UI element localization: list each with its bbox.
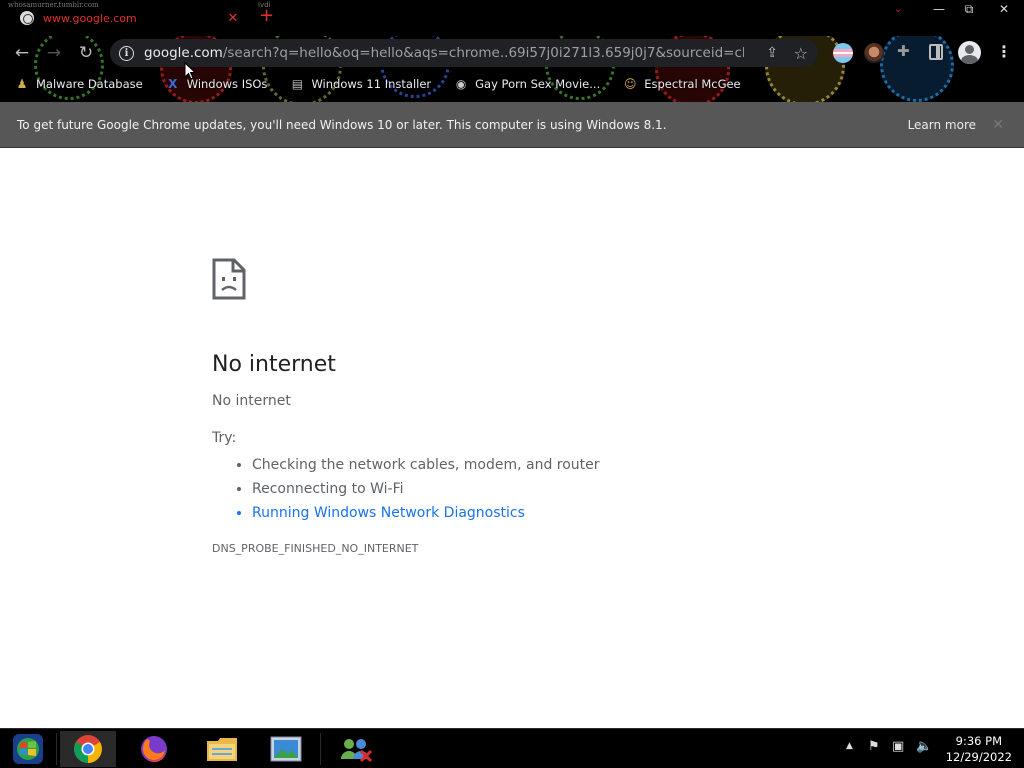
bookmark-label: Windows 11 Installer xyxy=(311,77,432,91)
side-panel-icon[interactable] xyxy=(929,44,943,60)
start-orb-icon xyxy=(13,734,43,764)
site-info-icon[interactable]: i xyxy=(119,45,134,61)
x-icon: X xyxy=(168,77,178,91)
chrome-menu-icon[interactable]: ⋮ xyxy=(996,42,1012,62)
bookmark-item[interactable]: ☺ Espectral McGee xyxy=(622,76,741,92)
extension-flag-icon[interactable] xyxy=(833,43,853,63)
taskbar-clock[interactable]: 9:36 PM 12/29/2022 xyxy=(946,733,1012,765)
forward-button[interactable]: → xyxy=(42,41,66,65)
minimize-button[interactable]: — xyxy=(924,0,954,18)
maximize-button[interactable]: ⧉ xyxy=(954,0,984,18)
bookmark-item[interactable]: ♟ Malware Database xyxy=(14,76,143,92)
url-host: google.com xyxy=(144,45,223,61)
share-icon[interactable]: ⇪ xyxy=(766,45,778,61)
update-infobar: To get future Google Chrome updates, you… xyxy=(0,102,1024,148)
bookmarks-bar: ♟ Malware Database X Windows ISOs ▤ Windows 1… xyxy=(0,72,1024,96)
url-path: /search?q=hello&oq=hello&aqs=chrome..69i… xyxy=(222,45,744,61)
action-center-flag-icon[interactable]: ⚑ xyxy=(868,739,880,754)
firefox-icon xyxy=(141,736,167,762)
tab-close-icon[interactable]: ✕ xyxy=(224,11,242,26)
browser-frame: whosamurner.tumblr.com www.google.com ✕ … xyxy=(0,0,1024,102)
tab-strip: whosamurner.tumblr.com www.google.com ✕ … xyxy=(0,0,1024,36)
site-icon: ◉ xyxy=(455,77,467,91)
extensions-puzzle-icon[interactable]: ✚ xyxy=(897,42,910,60)
bookmark-label: Malware Database xyxy=(36,77,143,91)
suggestion-item: Checking the network cables, modem, and … xyxy=(252,453,812,477)
volume-icon[interactable]: 🔈 xyxy=(916,739,932,754)
folder-icon xyxy=(207,738,237,761)
extension-avatar-icon[interactable] xyxy=(864,43,884,63)
bookmark-label: Windows ISOs xyxy=(186,77,268,91)
show-hidden-icons-chevron-icon[interactable]: ▲ xyxy=(846,741,853,751)
infobar-message: To get future Google Chrome updates, you… xyxy=(17,117,667,132)
bookmark-item[interactable]: ◉ Gay Porn Sex Movie... xyxy=(453,76,600,92)
picture-icon xyxy=(270,736,302,762)
screen: whosamurner.tumblr.com www.google.com ✕ … xyxy=(0,0,1024,768)
toolbar: ← → ↻ i google.com/search?q=hello&oq=hel… xyxy=(0,38,1024,68)
clock-date: 12/29/2022 xyxy=(945,750,1012,764)
infobar-close-icon[interactable]: ✕ xyxy=(992,117,1004,133)
sad-page-icon xyxy=(212,258,246,300)
malware-icon: ♟ xyxy=(16,77,28,91)
window-controls: — ⧉ ✕ xyxy=(924,0,1024,20)
bookmark-item[interactable]: ▤ Windows 11 Installer xyxy=(289,76,431,92)
bookmark-label: Espectral McGee xyxy=(644,77,741,91)
taskbar-file-explorer[interactable] xyxy=(194,731,250,767)
url-text[interactable]: google.com/search?q=hello&oq=hello&aqs=c… xyxy=(144,45,744,61)
tab-google[interactable]: www.google.com ✕ xyxy=(8,2,252,34)
tab-search-chevron-icon[interactable]: ⌄ xyxy=(894,4,902,15)
try-label: Try: xyxy=(212,430,237,446)
close-window-button[interactable]: ✕ xyxy=(984,0,1024,18)
network-warning-icon[interactable]: ▣ xyxy=(892,739,904,754)
back-button[interactable]: ← xyxy=(10,41,34,65)
tab-title: www.google.com xyxy=(43,11,137,25)
face-icon: ☺ xyxy=(623,77,637,91)
profile-avatar-icon[interactable] xyxy=(958,41,981,64)
taskbar-firefox[interactable] xyxy=(126,731,182,767)
users-network-icon xyxy=(341,739,373,763)
taskbar-network-app[interactable] xyxy=(328,731,384,767)
address-bar[interactable]: i google.com/search?q=hello&oq=hello&aqs… xyxy=(110,39,818,67)
start-button[interactable] xyxy=(0,731,56,767)
mouse-cursor-icon xyxy=(184,62,196,80)
error-page: No internet No internet Try: Checking th… xyxy=(212,258,812,555)
taskbar-chrome[interactable] xyxy=(60,731,116,767)
learn-more-link[interactable]: Learn more xyxy=(908,118,976,132)
bookmark-item[interactable]: X Windows ISOs xyxy=(165,76,268,92)
error-code: DNS_PROBE_FINISHED_NO_INTERNET xyxy=(212,542,419,555)
error-title: No internet xyxy=(212,352,336,377)
taskbar-separator xyxy=(56,733,57,765)
suggestion-list: Checking the network cables, modem, and … xyxy=(252,453,812,525)
bookmark-label: Gay Porn Sex Movie... xyxy=(475,77,601,91)
bookmark-star-icon[interactable]: ☆ xyxy=(794,44,808,63)
installer-icon: ▤ xyxy=(291,77,304,91)
clock-time: 9:36 PM xyxy=(955,734,1003,748)
suggestion-item: Reconnecting to Wi-Fi xyxy=(252,477,812,501)
taskbar-separator xyxy=(320,733,321,765)
globe-icon xyxy=(20,11,34,25)
network-diagnostics-link[interactable]: Running Windows Network Diagnostics xyxy=(252,501,812,525)
taskbar-photos[interactable] xyxy=(258,731,314,767)
new-tab-button[interactable]: + xyxy=(259,6,274,26)
taskbar: ▲ ⚑ ▣ 🔈 9:36 PM 12/29/2022 xyxy=(0,728,1024,768)
chrome-icon xyxy=(74,735,102,763)
reload-button[interactable]: ↻ xyxy=(74,41,98,65)
error-subtitle: No internet xyxy=(212,393,291,409)
